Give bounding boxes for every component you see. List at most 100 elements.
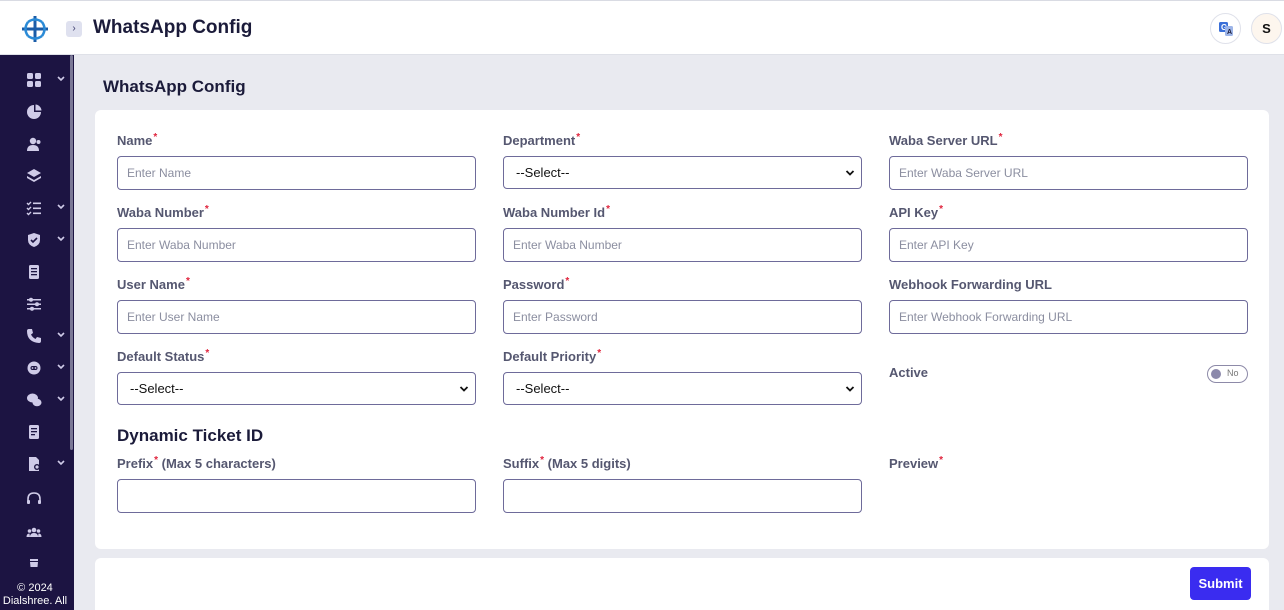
sidebar-item-bot[interactable] xyxy=(0,352,70,384)
shield-check-icon xyxy=(28,233,40,247)
default-priority-field-group: Default Priority* --Select-- xyxy=(503,348,862,405)
top-header: › WhatsApp Config G A S xyxy=(0,0,1284,55)
chevron-down-icon xyxy=(57,396,65,402)
sidebar-item-security[interactable] xyxy=(0,224,70,256)
page-title: WhatsApp Config xyxy=(93,17,253,38)
sidebar-item-support[interactable] xyxy=(0,483,70,515)
sidebar-scrollbar[interactable] xyxy=(70,55,73,450)
sidebar-item-dashboard[interactable] xyxy=(0,64,70,96)
prefix-label: Prefix* (Max 5 characters) xyxy=(117,455,276,471)
name-label: Name* xyxy=(117,132,158,148)
chevron-down-icon xyxy=(57,364,65,370)
preview-label: Preview* xyxy=(889,455,944,471)
translate-icon: G A xyxy=(1218,22,1233,36)
chat-icon xyxy=(27,393,42,407)
suffix-field-group: Suffix* (Max 5 digits) xyxy=(503,455,862,513)
sidebar-item-settings[interactable] xyxy=(0,288,70,320)
department-label: Department* xyxy=(503,132,581,148)
waba-server-url-label: Waba Server URL* xyxy=(889,132,1003,148)
waba-number-id-field-group: Waba Number Id* xyxy=(503,204,862,262)
sidebar-item-chat[interactable] xyxy=(0,384,70,416)
file-settings-icon xyxy=(29,457,40,471)
prefix-input[interactable] xyxy=(117,479,476,513)
bot-icon xyxy=(27,361,41,375)
api-key-input[interactable] xyxy=(889,228,1248,262)
submit-button[interactable]: Submit xyxy=(1190,567,1251,600)
password-input[interactable] xyxy=(503,300,862,334)
layers-icon xyxy=(27,169,41,182)
api-key-field-group: API Key* xyxy=(889,204,1248,262)
active-toggle[interactable]: No xyxy=(1207,365,1248,383)
sidebar: © 2024 Dialshree. All xyxy=(0,55,74,610)
language-button[interactable]: G A xyxy=(1210,13,1241,44)
sidebar-item-calls[interactable] xyxy=(0,320,70,352)
sliders-icon xyxy=(27,297,41,311)
pie-chart-icon xyxy=(27,104,42,119)
chevron-down-icon xyxy=(57,236,65,242)
users-icon xyxy=(27,137,41,151)
default-status-field-group: Default Status* --Select-- xyxy=(117,348,476,405)
sidebar-item-reports-chart[interactable] xyxy=(0,96,70,128)
sidebar-item-tasks[interactable] xyxy=(0,192,70,224)
sidebar-item-file-config[interactable] xyxy=(0,448,70,480)
section-title: WhatsApp Config xyxy=(103,77,246,96)
toggle-knob xyxy=(1211,369,1221,379)
user-avatar[interactable]: S xyxy=(1251,13,1282,44)
suffix-input[interactable] xyxy=(503,479,862,513)
prefix-field-group: Prefix* (Max 5 characters) xyxy=(117,455,476,513)
svg-text:A: A xyxy=(1227,29,1232,36)
suffix-label: Suffix* (Max 5 digits) xyxy=(503,455,631,471)
sidebar-item-trash[interactable] xyxy=(0,549,70,567)
name-field-group: Name* xyxy=(117,132,476,190)
trash-icon xyxy=(30,559,38,567)
phone-call-icon xyxy=(27,329,41,343)
sidebar-item-report-list[interactable] xyxy=(0,416,70,448)
default-status-select[interactable]: --Select-- xyxy=(117,372,476,405)
active-label: Active xyxy=(889,365,929,380)
default-priority-select[interactable]: --Select-- xyxy=(503,372,862,405)
waba-number-id-label: Waba Number Id* xyxy=(503,204,610,220)
waba-number-label: Waba Number* xyxy=(117,204,209,220)
chevron-down-icon xyxy=(57,204,65,210)
chevron-down-icon xyxy=(57,460,65,466)
name-input[interactable] xyxy=(117,156,476,190)
department-select[interactable]: --Select-- xyxy=(503,156,862,189)
waba-server-url-field-group: Waba Server URL* xyxy=(889,132,1248,190)
sidebar-toggle-button[interactable]: › xyxy=(66,21,82,37)
dashboard-grid-icon xyxy=(27,73,41,87)
waba-number-input[interactable] xyxy=(117,228,476,262)
user-name-input[interactable] xyxy=(117,300,476,334)
copyright-text: © 2024 Dialshree. All xyxy=(2,582,68,607)
headset-icon xyxy=(27,492,41,504)
sidebar-item-users[interactable] xyxy=(0,128,70,160)
team-icon xyxy=(26,527,42,537)
chevron-down-icon xyxy=(459,386,469,392)
dynamic-ticket-title: Dynamic Ticket ID xyxy=(117,426,264,445)
api-key-label: API Key* xyxy=(889,204,944,220)
user-name-field-group: User Name* xyxy=(117,276,476,334)
chevron-right-icon: › xyxy=(72,23,76,34)
user-name-label: User Name* xyxy=(117,276,190,292)
default-status-label: Default Status* xyxy=(117,348,210,364)
password-field-group: Password* xyxy=(503,276,862,334)
waba-number-field-group: Waba Number* xyxy=(117,204,476,262)
preview-field-group: Preview* xyxy=(889,455,1248,473)
chevron-down-icon xyxy=(845,386,855,392)
sidebar-item-documents[interactable] xyxy=(0,256,70,288)
waba-number-id-input[interactable] xyxy=(503,228,862,262)
sidebar-item-team[interactable] xyxy=(0,516,70,548)
webhook-url-input[interactable] xyxy=(889,300,1248,334)
webhook-url-field-group: Webhook Forwarding URL xyxy=(889,276,1248,334)
waba-server-url-input[interactable] xyxy=(889,156,1248,190)
default-priority-label: Default Priority* xyxy=(503,348,602,364)
form-footer xyxy=(95,558,1269,610)
chevron-down-icon xyxy=(57,76,65,82)
document-icon xyxy=(29,265,39,279)
app-logo[interactable] xyxy=(20,14,50,44)
sidebar-item-layers[interactable] xyxy=(0,160,70,192)
webhook-url-label: Webhook Forwarding URL xyxy=(889,277,1052,292)
chevron-down-icon xyxy=(845,170,855,176)
password-label: Password* xyxy=(503,276,570,292)
chevron-down-icon xyxy=(57,332,65,338)
report-icon xyxy=(29,425,39,439)
